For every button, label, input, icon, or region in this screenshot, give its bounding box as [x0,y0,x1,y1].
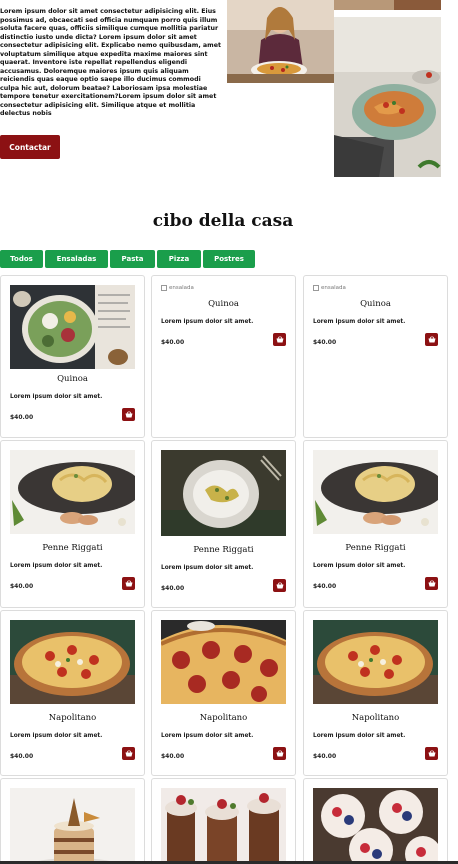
shopping-basket-icon [428,336,435,343]
product-name: Quinoa [360,299,391,309]
product-name: Napolitano [351,713,400,723]
product-image-pasta-plate [10,450,135,534]
product-image-pizza [10,620,135,704]
shopping-basket-icon [276,582,283,589]
add-to-cart-button[interactable] [273,747,286,760]
product-description: Lorem ipsum dolor sit amet. [10,733,103,739]
filter-postres[interactable]: Postres [203,250,255,268]
contact-button[interactable]: Contactar [0,135,60,159]
broken-image-icon: ensalada [313,285,346,291]
product-card: ensalada Quinoa Lorem ipsum dolor sit am… [151,275,296,438]
broken-image-icon: ensalada [161,285,194,291]
add-to-cart-button[interactable] [122,747,135,760]
product-price: $40.00 [10,414,34,421]
shopping-basket-icon [276,336,283,343]
product-card: Napolitano Lorem ipsum dolor sit amet. $… [303,610,448,776]
product-card: Penne Riggati Lorem ipsum dolor sit amet… [151,440,296,608]
product-card: Penne Riggati Lorem ipsum dolor sit amet… [0,440,145,608]
shopping-basket-icon [428,750,435,757]
hero-description: Lorem ipsum dolor sit amet consectetur a… [0,8,222,117]
product-price: $40.00 [10,753,34,760]
product-description: Lorem ipsum dolor sit amet. [313,733,406,739]
product-name: Napolitano [199,713,248,723]
shopping-basket-icon [428,580,435,587]
category-filters: Todos Ensaladas Pasta Pizza Postres [0,250,255,268]
product-description: Lorem ipsum dolor sit amet. [313,563,406,569]
shopping-basket-icon [276,750,283,757]
add-to-cart-button[interactable] [425,747,438,760]
shopping-basket-icon [125,580,132,587]
section-title: cibo della casa [152,211,294,231]
product-card: Quinoa Lorem ipsum dolor sit amet. $40.0… [0,275,145,438]
product-price: $40.00 [161,585,185,592]
product-image-pizza [313,620,438,704]
product-card [151,778,296,864]
product-card: ensalada Quinoa Lorem ipsum dolor sit am… [303,275,448,438]
product-card [303,778,448,864]
filter-ensaladas[interactable]: Ensaladas [45,250,108,268]
hero-section: Lorem ipsum dolor sit amet consectetur a… [0,0,458,190]
product-name: Penne Riggati [345,543,406,553]
product-name: Quinoa [57,374,88,384]
product-image-pizza-pepperoni [161,620,286,704]
add-to-cart-button[interactable] [122,408,135,421]
product-description: Lorem ipsum dolor sit amet. [161,319,254,325]
add-to-cart-button[interactable] [273,333,286,346]
hero-photo-woman-with-pizza [227,0,334,83]
hero-photo-pasta [334,17,441,177]
product-price: $40.00 [161,753,185,760]
product-price: $40.00 [10,583,34,590]
product-price: $40.00 [313,339,337,346]
add-to-cart-button[interactable] [122,577,135,590]
filter-pasta[interactable]: Pasta [110,250,155,268]
product-card: Napolitano Lorem ipsum dolor sit amet. $… [151,610,296,776]
product-price: $40.00 [313,583,337,590]
product-description: Lorem ipsum dolor sit amet. [10,563,103,569]
product-card: Napolitano Lorem ipsum dolor sit amet. $… [0,610,145,776]
product-image-pasta-bowl [161,450,286,536]
filter-pizza[interactable]: Pizza [157,250,201,268]
add-to-cart-button[interactable] [425,333,438,346]
product-price: $40.00 [161,339,185,346]
product-price: $40.00 [313,753,337,760]
product-image-pasta-plate [313,450,438,534]
hero-photo-strip [334,0,441,10]
product-image-mousse [161,788,286,864]
product-image-salad-bowl [10,285,135,369]
product-image-cake [10,788,135,864]
shopping-basket-icon [125,411,132,418]
product-name: Napolitano [48,713,97,723]
add-to-cart-button[interactable] [425,577,438,590]
product-name: Quinoa [208,299,239,309]
image-alt-text: ensalada [321,285,346,291]
product-name: Penne Riggati [42,543,103,553]
filter-todos[interactable]: Todos [0,250,43,268]
shopping-basket-icon [125,750,132,757]
product-description: Lorem ipsum dolor sit amet. [161,733,254,739]
product-description: Lorem ipsum dolor sit amet. [161,565,254,571]
product-description: Lorem ipsum dolor sit amet. [313,319,406,325]
product-name: Penne Riggati [193,545,254,555]
image-alt-text: ensalada [169,285,194,291]
product-card: Penne Riggati Lorem ipsum dolor sit amet… [303,440,448,608]
product-image-cupcakes [313,788,438,864]
add-to-cart-button[interactable] [273,579,286,592]
product-card [0,778,145,864]
product-description: Lorem ipsum dolor sit amet. [10,394,103,400]
